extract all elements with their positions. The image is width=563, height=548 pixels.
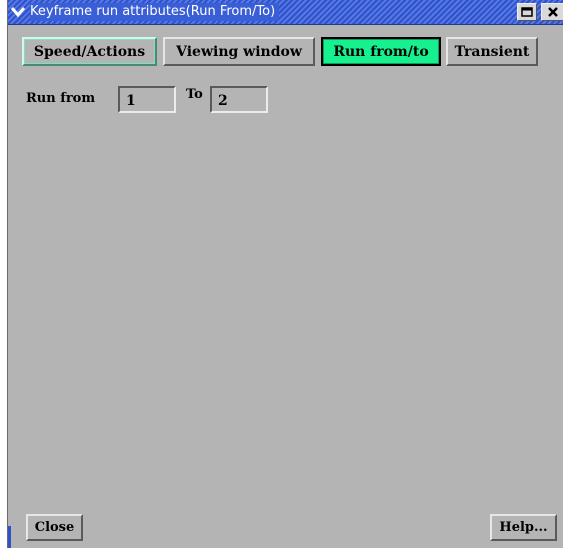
window-title: Keyframe run attributes(Run From/To) xyxy=(30,3,280,21)
maximize-icon[interactable] xyxy=(517,3,537,21)
keyframe-run-attributes-window: Keyframe run attributes(Run From/To) Spe… xyxy=(7,0,563,548)
tab-speed-actions[interactable]: Speed/Actions xyxy=(22,37,157,66)
title-bar[interactable]: Keyframe run attributes(Run From/To) xyxy=(8,0,563,25)
chevron-down-icon[interactable] xyxy=(10,4,26,20)
tab-run-from-to[interactable]: Run from/to xyxy=(321,37,441,66)
run-from-input[interactable]: 1 xyxy=(118,86,176,113)
help-button[interactable]: Help... xyxy=(490,514,557,541)
close-icon[interactable] xyxy=(541,3,563,21)
tab-transient[interactable]: Transient xyxy=(446,37,538,66)
window-edge-strip xyxy=(8,526,11,548)
tab-viewing-window[interactable]: Viewing window xyxy=(163,37,315,66)
run-from-label: Run from xyxy=(26,91,96,106)
to-label: To xyxy=(186,87,203,102)
close-button[interactable]: Close xyxy=(26,514,83,541)
to-input[interactable]: 2 xyxy=(210,86,268,113)
